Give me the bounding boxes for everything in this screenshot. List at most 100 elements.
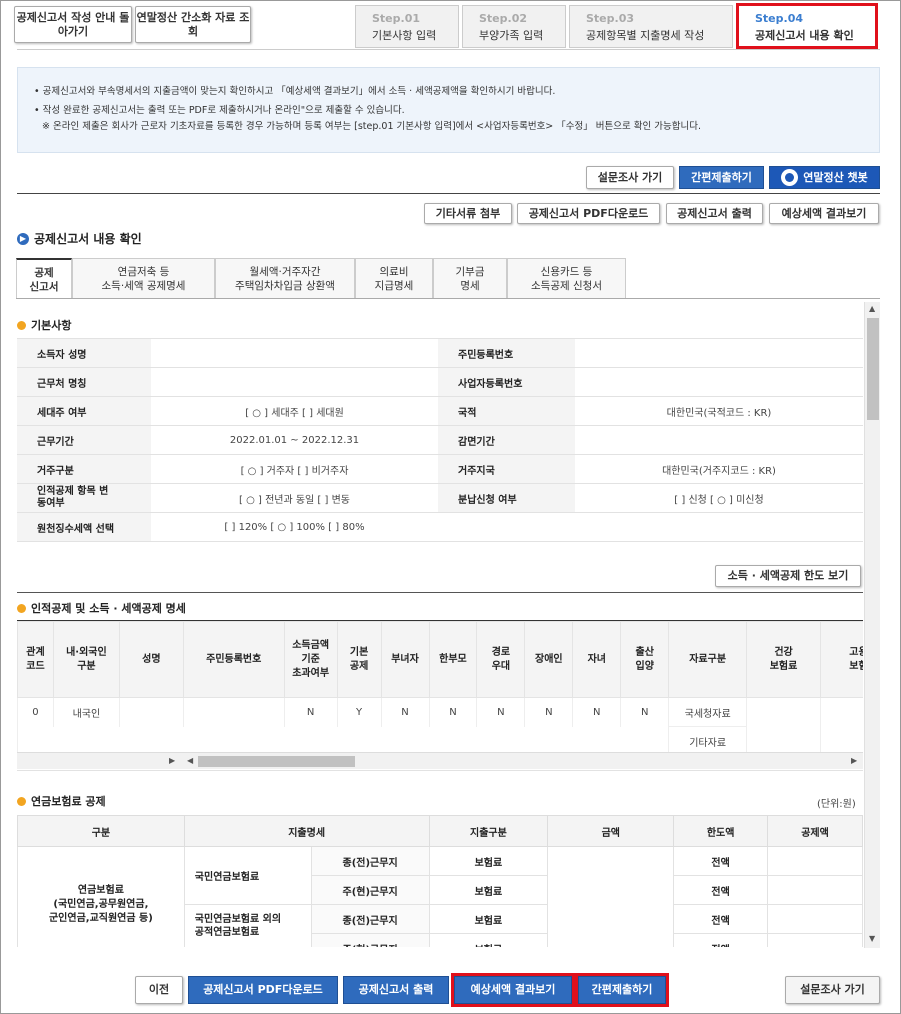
- tab-label: 월세액·거주자간: [249, 266, 321, 278]
- row-value: [151, 367, 438, 397]
- table-row: 기타자료: [17, 726, 863, 752]
- section-divider: [17, 770, 863, 771]
- step-number: Step.01: [372, 12, 421, 25]
- table-header-row: 관계 코드 내·외국인 구분 성명 주민등록번호 소득금액 기준 초과여부 기본 공제 부녀자 한부모 경…: [17, 621, 863, 698]
- cell-deduction: [767, 904, 863, 934]
- survey-button[interactable]: 설문조사 가기: [586, 166, 674, 189]
- attach-docs-button[interactable]: 기타서류 첨부: [424, 203, 512, 224]
- section-divider: [17, 592, 863, 593]
- table-row: 인적공제 항목 변동여부[ ○ ] 전년과 동일 [ ] 변동 분납신청 여부[ …: [17, 483, 863, 513]
- prev-button[interactable]: 이전: [135, 976, 183, 1004]
- cell-workplace: 주(현)근무지: [310, 875, 430, 905]
- step-1-tab[interactable]: Step.01 기본사항 입력: [355, 5, 459, 48]
- tab-credit-card[interactable]: 신용카드 등소득공제 신청서: [507, 258, 626, 299]
- row-header: 원천징수세액 선택: [17, 512, 151, 542]
- col-header: 지출구분: [428, 815, 549, 847]
- scroll-left-icon[interactable]: ◀: [187, 756, 193, 765]
- tab-label: 주택임차차입금 상환액: [235, 280, 335, 292]
- row-header: 분납신청 여부: [438, 483, 575, 513]
- bottom-survey-button[interactable]: 설문조사 가기: [785, 976, 880, 1004]
- scroll-thumb[interactable]: [867, 318, 879, 420]
- cell-kind: 보험료: [428, 875, 549, 905]
- cell-source: 기타자료: [668, 726, 747, 752]
- col-header: 구분: [17, 815, 185, 847]
- step-4-tab[interactable]: Step.04 공제신고서 내용 확인: [736, 3, 878, 49]
- pension-title-text: 연금보험료 공제: [31, 795, 106, 808]
- tab-label: 의료비: [379, 266, 409, 278]
- horizontal-scrollbar[interactable]: ▶ ◀ ▶: [17, 752, 863, 769]
- deduction-table-viewport: 관계 코드 내·외국인 구분 성명 주민등록번호 소득금액 기준 초과여부 기본 공제 부녀자 한부모 경…: [17, 621, 863, 752]
- cell-limit: 전액: [673, 846, 769, 876]
- pension-table-viewport: 구분 지출명세 지출구분 금액 한도액 공제액 연금보험료 (국민연금,공무원연금…: [17, 815, 863, 947]
- scroll-right-small-icon[interactable]: ▶: [169, 756, 175, 765]
- tab-label: 신용카드 등: [540, 266, 593, 278]
- quick-submit-button[interactable]: 간편제출하기: [679, 166, 764, 189]
- unit-label: (단위:원): [817, 799, 856, 810]
- chatbot-button[interactable]: 연말정산 챗봇: [769, 166, 880, 189]
- tab-medical[interactable]: 의료비지급명세: [355, 258, 433, 299]
- cell-single-parent: N: [428, 697, 477, 727]
- row-value: [ ] 120% [ ○ ] 100% [ ] 80%: [151, 512, 438, 542]
- tab-label: 기부금: [455, 266, 485, 278]
- tab-pension-savings[interactable]: 연금저축 등 소득·세액 공제명세: [72, 258, 215, 299]
- table-row: 근무처 명칭 사업자등록번호: [17, 367, 863, 397]
- table-row: 소득자 성명 주민등록번호: [17, 338, 863, 368]
- scroll-up-icon[interactable]: ▲: [869, 304, 875, 313]
- tab-label: 지급명세: [374, 280, 414, 292]
- row-header: 국적: [438, 396, 575, 426]
- print-button[interactable]: 공제신고서 출력: [666, 203, 763, 224]
- cell-resident-no: [182, 697, 285, 727]
- col-header: 한도액: [673, 815, 769, 847]
- guide-back-button[interactable]: 공제신고서 작성 안내 돌아가기: [14, 6, 132, 43]
- tab-monthly-rent[interactable]: 월세액·거주자간주택임차차입금 상환액: [215, 258, 355, 299]
- pension-subgroup: 국민연금보험료 외의 공적연금보험료: [183, 904, 312, 947]
- col-header: 내·외국인 구분: [52, 621, 120, 698]
- col-header: 자료구분: [668, 621, 748, 698]
- pdf-download-button[interactable]: 공제신고서 PDF다운로드: [517, 203, 660, 224]
- deduction-title-text: 인적공제 및 소득 · 세액공제 명세: [31, 602, 186, 615]
- row-value: [ ○ ] 전년과 동일 [ ] 변동: [151, 483, 438, 513]
- step-title: 부양가족 입력: [479, 29, 544, 42]
- step-title: 공제신고서 내용 확인: [755, 29, 854, 42]
- step-title: 공제항목별 지출명세 작성: [586, 29, 705, 42]
- tab-baseline: [16, 298, 880, 299]
- bottom-pdf-download-button[interactable]: 공제신고서 PDF다운로드: [188, 976, 338, 1004]
- tab-label: 소득공제 신청서: [531, 280, 602, 292]
- cell-limit: 전액: [673, 904, 769, 934]
- step-2-tab[interactable]: Step.02 부양가족 입력: [462, 5, 566, 48]
- step-3-tab[interactable]: Step.03 공제항목별 지출명세 작성: [569, 5, 733, 48]
- cell-workplace: 종(전)근무지: [310, 904, 430, 934]
- scroll-right-icon[interactable]: ▶: [851, 756, 857, 765]
- table-row: 연금보험료 (국민연금,공무원연금, 군인연금,교직원연금 등) 국민연금보험료 종…: [17, 846, 863, 947]
- simplified-lookup-button[interactable]: 연말정산 간소화 자료 조회: [135, 6, 251, 43]
- bottom-estimate-button[interactable]: 예상세액 결과보기: [451, 973, 575, 1007]
- col-header: 기본 공제: [336, 621, 382, 698]
- col-header: 관계 코드: [17, 621, 54, 698]
- table-row: 0 내국인 N Y N N N N N N 국세청자료: [17, 697, 863, 727]
- cell-woman: N: [380, 697, 429, 727]
- tab-donation[interactable]: 기부금 명세: [433, 258, 507, 299]
- tab-deduction-report[interactable]: 공제 신고서: [16, 258, 72, 299]
- cell-deduction: [767, 933, 863, 947]
- cell-workplace: 종(전)근무지: [310, 846, 430, 876]
- vertical-scrollbar[interactable]: ▲ ▼: [864, 302, 880, 948]
- arrow-circle-icon: ▶: [17, 232, 29, 245]
- col-header: 경로 우대: [476, 621, 526, 698]
- bottom-quick-submit-button[interactable]: 간편제출하기: [575, 973, 669, 1007]
- bottom-print-button[interactable]: 공제신고서 출력: [343, 976, 449, 1004]
- cell-workplace: 주(현)근무지: [310, 933, 430, 947]
- col-header: 고용보험: [820, 621, 863, 698]
- row-value: [575, 367, 863, 397]
- pension-table: 구분 지출명세 지출구분 금액 한도액 공제액 연금보험료 (국민연금,공무원연금…: [17, 815, 863, 947]
- cell-limit: 전액: [673, 875, 769, 905]
- row-value: [ ○ ] 세대주 [ ] 세대원: [151, 396, 438, 426]
- scroll-down-icon[interactable]: ▼: [869, 934, 875, 943]
- cell-employment: [820, 726, 863, 752]
- deduction-limit-button[interactable]: 소득 · 세액공제 한도 보기: [715, 565, 861, 587]
- estimate-result-button[interactable]: 예상세액 결과보기: [769, 203, 879, 224]
- table-row: 세대주 여부[ ○ ] 세대주 [ ] 세대원 국적 대한민국(국적코드 : KR): [17, 396, 863, 426]
- row-header: 근무처 명칭: [17, 367, 151, 397]
- scroll-thumb[interactable]: [198, 756, 355, 767]
- table-header-row: 구분 지출명세 지출구분 금액 한도액 공제액: [17, 815, 863, 847]
- cell-name: [118, 697, 184, 727]
